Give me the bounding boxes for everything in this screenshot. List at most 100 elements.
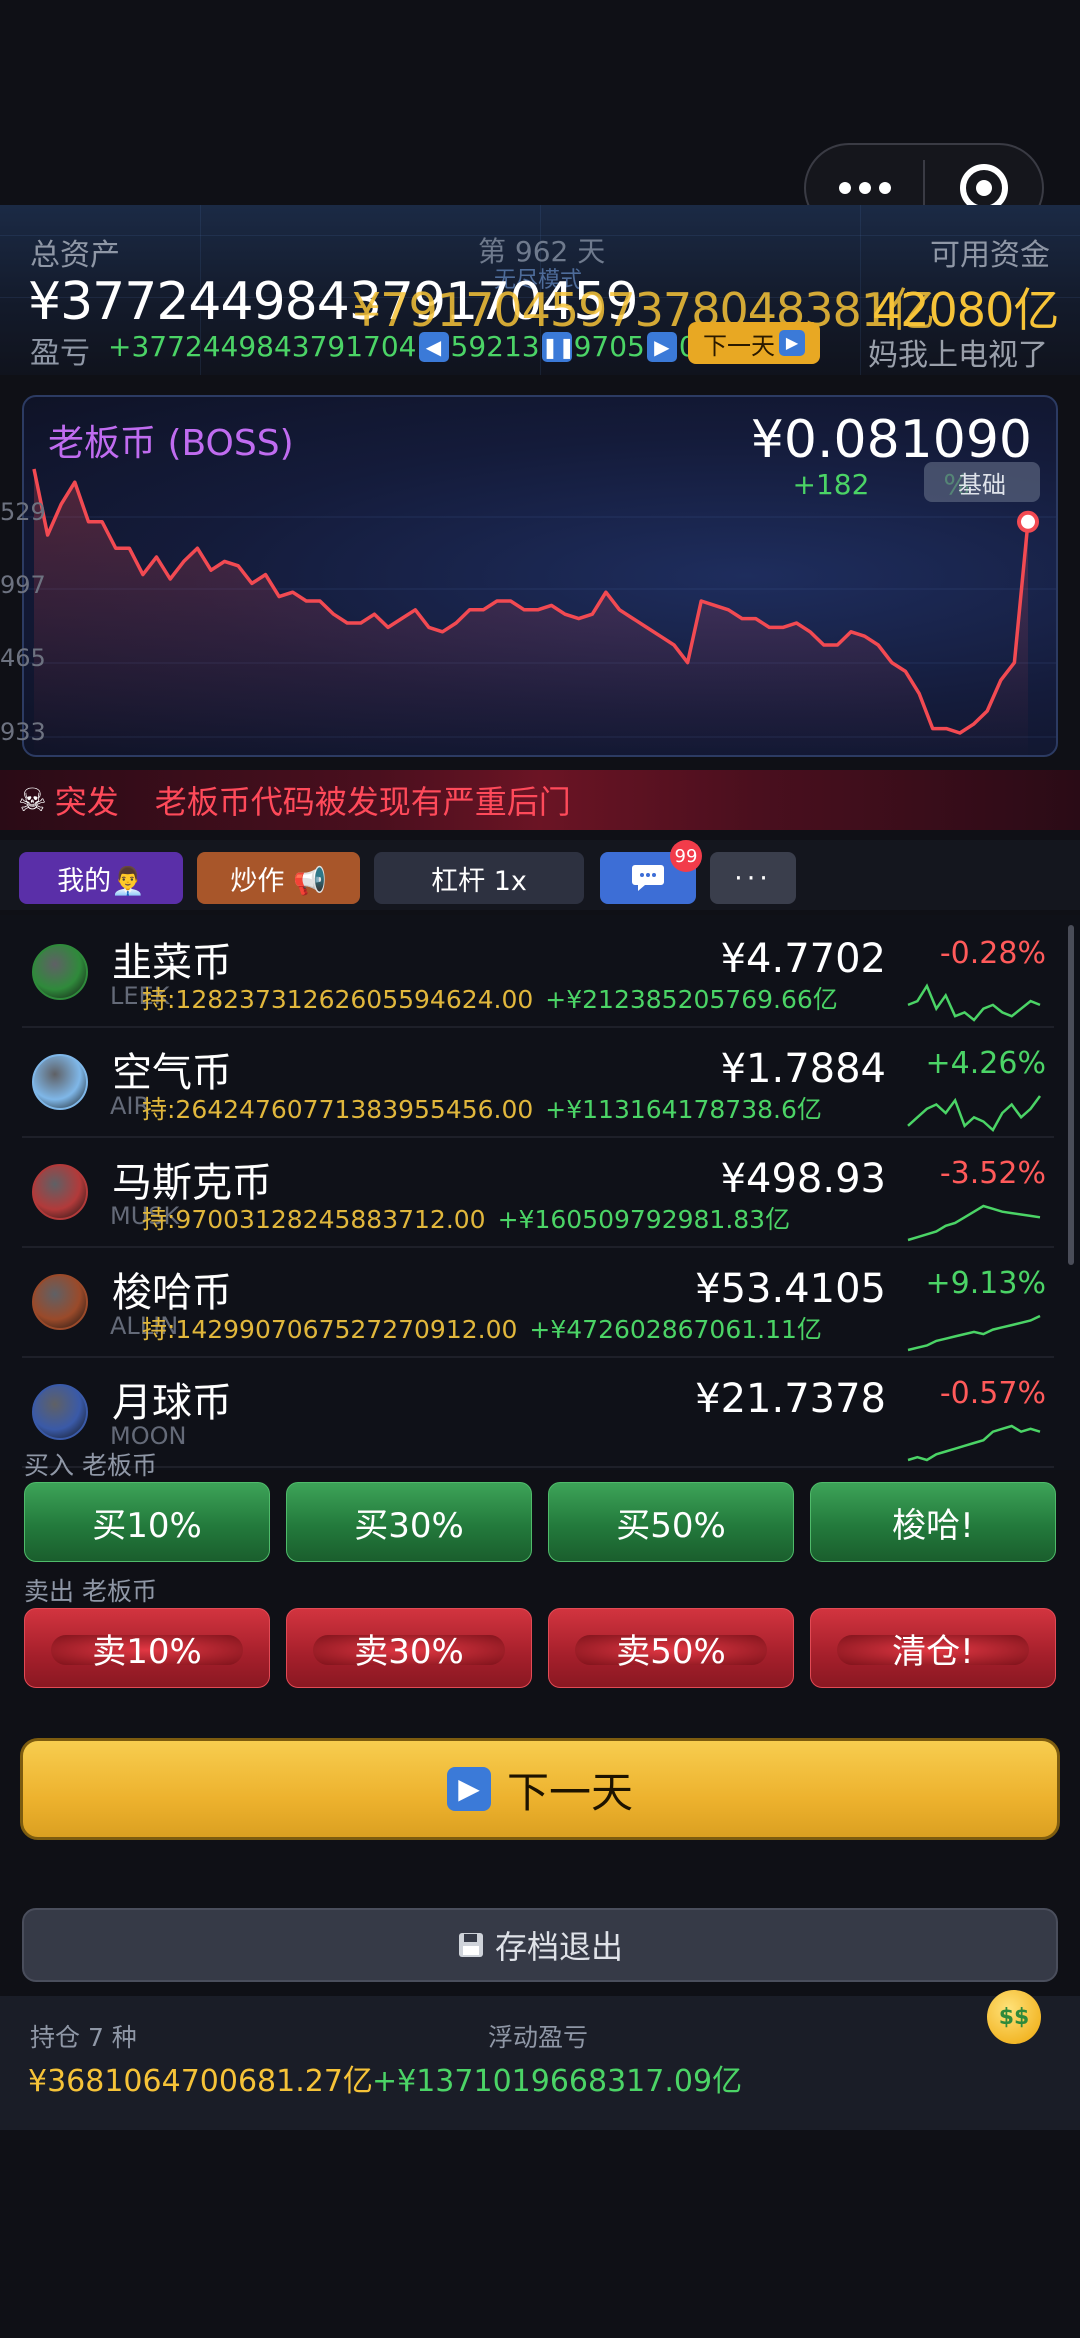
- coin-holding: 持:128237312626055946​24.00 +¥212385205769…: [142, 980, 838, 1016]
- tab-my-portfolio[interactable]: 我的👨‍💼: [19, 852, 183, 904]
- holdings-count-label: 持仓 7 种: [30, 2023, 137, 2052]
- chart-area-fill: [34, 469, 1028, 755]
- coin-price: ¥21.7378: [695, 1376, 886, 1422]
- sparkline-path: [907, 1424, 1041, 1462]
- coin-icon: [32, 1054, 88, 1110]
- chat-bubble-icon: [632, 865, 664, 891]
- holding-gain: +¥472602867061.11亿: [529, 1315, 822, 1344]
- pnl-fragment: 59213: [450, 330, 540, 363]
- floppy-disk-icon: [458, 1933, 483, 1957]
- rewind-icon[interactable]: ◀: [418, 331, 449, 362]
- floating-pnl-value: +¥1371019668317.09亿: [372, 2064, 743, 2099]
- sparkline-path: [907, 1204, 1041, 1242]
- holding-gain: +¥212385205769.66亿: [545, 985, 838, 1014]
- coin-row[interactable]: 马斯克币 MUSK 持:97003128245883712.00 +¥16050979…: [22, 1140, 1054, 1248]
- pnl-label: 盈亏: [30, 336, 90, 371]
- next-day-button[interactable]: ▶ 下一天: [20, 1738, 1060, 1840]
- save-and-exit-button[interactable]: 存档退出: [22, 1908, 1058, 1982]
- current-price-dot: [1017, 510, 1039, 533]
- coin-price: ¥4.7702: [720, 936, 886, 982]
- coin-icon: [32, 1164, 88, 1220]
- coin-icon: [32, 944, 88, 1000]
- holding-gain: +¥113164178738.6亿: [545, 1095, 822, 1124]
- coin-row[interactable]: 梭哈币 ALLIN 持:142990706752​7270912.00 +¥47260…: [22, 1250, 1054, 1358]
- holding-amount: 持:97003128245883712.00: [142, 1205, 486, 1234]
- basic-mode-badge[interactable]: 基础: [924, 462, 1040, 502]
- news-message: 老板币代码被发现有严重后门: [154, 783, 571, 821]
- coin-sparkline: [907, 983, 1041, 1022]
- holdings-value: ¥3681064700681.27亿: [28, 2064, 373, 2099]
- buy-10-button[interactable]: 买10%: [24, 1482, 270, 1562]
- coin-sparkline: [907, 1314, 1041, 1352]
- y-tick-label: 997: [0, 571, 46, 599]
- next-day-small-button[interactable]: 下一天 ▶: [688, 322, 820, 364]
- buy-30-button[interactable]: 买30%: [286, 1482, 532, 1562]
- sell-10-label: 卖10%: [92, 1631, 202, 1672]
- coin-holding: 持:97003128245883712.00 +¥160509792981.83亿: [142, 1200, 790, 1236]
- y-tick-label: 465: [0, 644, 46, 672]
- available-funds-label: 可用资金: [930, 238, 1050, 273]
- y-tick-label: 529: [0, 498, 46, 526]
- sparkline-path: [907, 983, 1041, 1022]
- coin-row[interactable]: 月球币 MOON ¥21.7378 -0.57%: [22, 1360, 1054, 1468]
- coin-icon: [32, 1274, 88, 1330]
- chart-coin-price: ¥0.081090: [750, 410, 1032, 470]
- floating-pnl-label: 浮动盈亏: [488, 2023, 589, 2052]
- play-icon[interactable]: ▶: [646, 331, 677, 362]
- holding-amount: 持:128237312626055946​24.00: [142, 985, 534, 1014]
- coin-sparkline: [907, 1424, 1041, 1462]
- save-and-exit-label: 存档退出: [494, 1928, 623, 1966]
- y-tick-label: 933: [0, 718, 46, 746]
- coin-price: ¥498.93: [720, 1156, 886, 1202]
- sell-50-button[interactable]: 卖50%: [548, 1608, 794, 1688]
- coin-name: 月球币: [112, 1380, 232, 1426]
- holding-gain: +¥160509792981.83亿: [497, 1205, 791, 1234]
- sell-50-label: 卖50%: [616, 1631, 726, 1672]
- buy-section-label: 买入 老板币: [24, 1451, 157, 1480]
- sparkline-path: [907, 1095, 1042, 1132]
- breaking-news-ticker[interactable]: ☠ 突发 老板币代码被发现有严重后门: [0, 770, 1080, 830]
- coin-row[interactable]: 韭菜币 LEEK 持:128237312626055946​24.00 +¥21238…: [22, 920, 1054, 1028]
- list-scrollbar[interactable]: [1068, 925, 1074, 1265]
- skull-icon: ☠: [18, 781, 47, 819]
- coin-change: +9.13%: [925, 1266, 1046, 1301]
- chat-unread-badge: 99: [670, 840, 702, 872]
- clear-position-button[interactable]: 清仓!: [810, 1608, 1056, 1688]
- clear-position-label: 清仓!: [892, 1631, 974, 1672]
- dots-icon: [838, 182, 891, 194]
- sell-10-button[interactable]: 卖10%: [24, 1608, 270, 1688]
- sell-30-label: 卖30%: [354, 1631, 464, 1672]
- chart-coin-title: 老板币 (BOSS): [48, 423, 294, 464]
- slogan-text: 妈我上电视了: [868, 338, 1048, 373]
- coin-holding: 持:142990706752​7270912.00 +¥472602867061.…: [142, 1310, 822, 1346]
- pnl-value: +3772449843791704: [108, 330, 417, 363]
- total-assets-label: 总资产: [30, 238, 120, 273]
- coin-row[interactable]: 空气币 AIR 持:2642476077138395545​6.00 +¥113164…: [22, 1030, 1054, 1138]
- coin-sparkline: [907, 1095, 1042, 1132]
- coin-change: -0.28%: [939, 936, 1046, 971]
- coin-price: ¥1.7884: [720, 1046, 886, 1092]
- next-day-small-label: 下一天: [703, 331, 775, 360]
- pnl-row: +3772449843791704 ◀ 59213 ❚❚ 9705 ▶ 0: [108, 330, 697, 363]
- sell-30-button[interactable]: 卖30%: [286, 1608, 532, 1688]
- coin-sparkline: [907, 1204, 1041, 1242]
- chart-change-value: +182: [792, 468, 870, 501]
- money-face-icon[interactable]: $$: [987, 1990, 1041, 2044]
- play-icon: ▶: [446, 1767, 491, 1811]
- pause-icon[interactable]: ❚❚: [541, 331, 575, 362]
- tab-leverage[interactable]: 杠杆 1x: [374, 852, 584, 904]
- buy-all-in-button[interactable]: 梭哈!: [810, 1482, 1056, 1562]
- play-icon: ▶: [779, 330, 805, 356]
- tab-hype[interactable]: 炒作 📢: [197, 852, 360, 904]
- coin-change: -0.57%: [939, 1376, 1046, 1411]
- sparkline-path: [907, 1314, 1041, 1352]
- tab-more[interactable]: ···: [710, 852, 796, 904]
- next-day-label: 下一天: [506, 1767, 633, 1817]
- pnl-fragment: 9705: [573, 330, 645, 363]
- coin-price: ¥53.4105: [695, 1266, 886, 1312]
- news-tag: 突发: [54, 783, 119, 821]
- sell-section-label: 卖出 老板币: [24, 1577, 157, 1606]
- buy-50-button[interactable]: 买50%: [548, 1482, 794, 1562]
- coin-change: +4.26%: [925, 1046, 1046, 1081]
- coin-holding: 持:2642476077138395545​6.00 +¥113164178738…: [142, 1090, 822, 1126]
